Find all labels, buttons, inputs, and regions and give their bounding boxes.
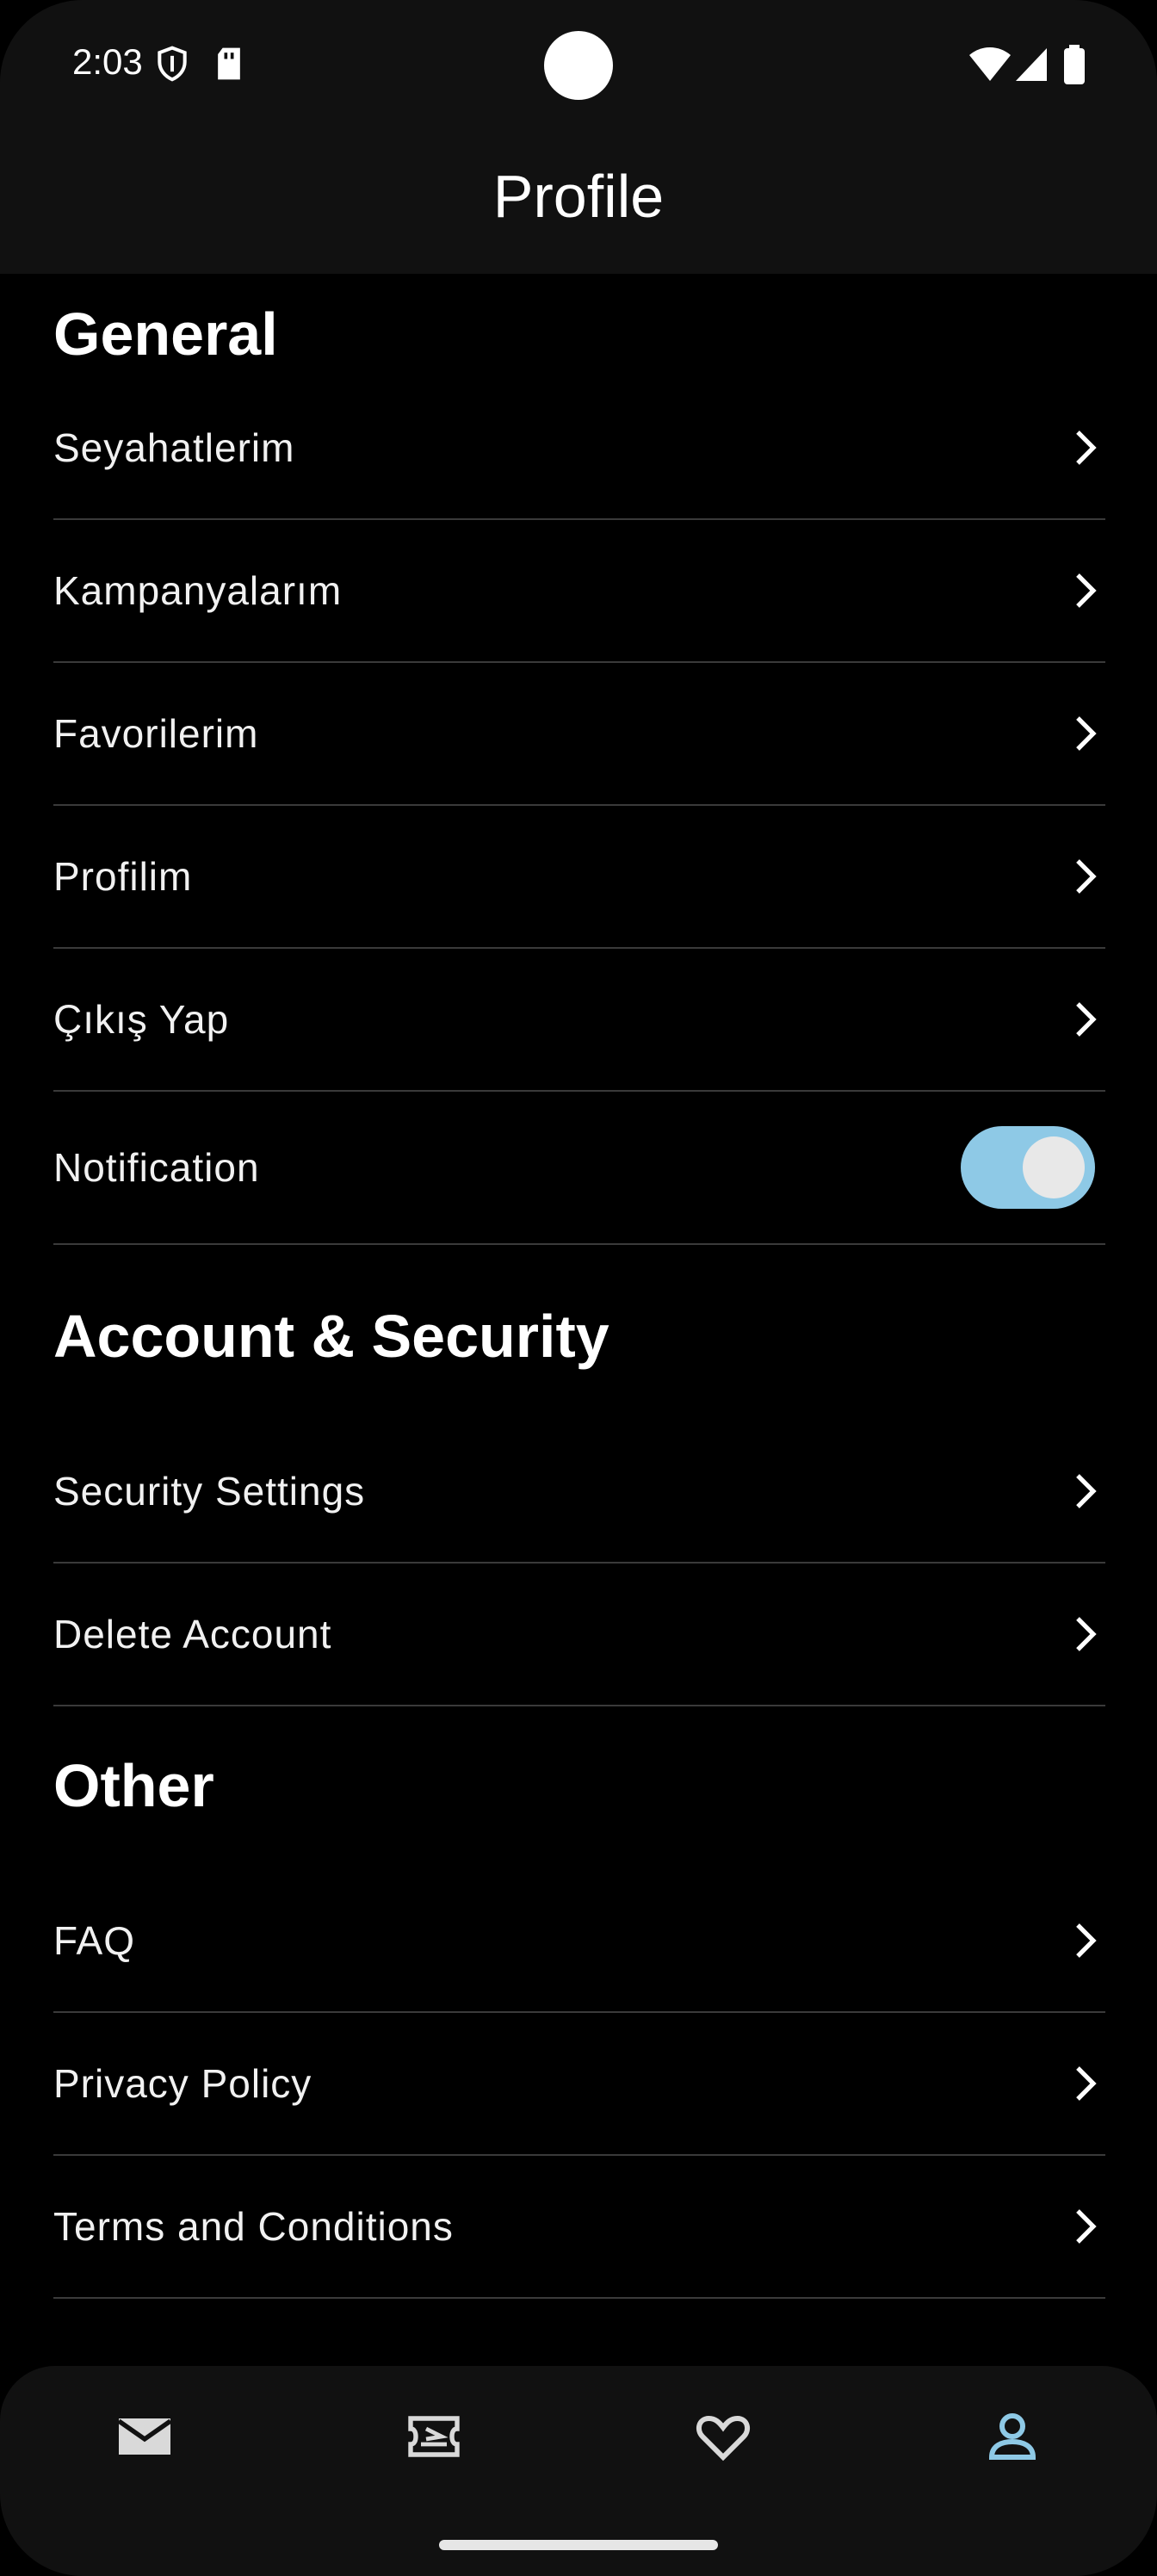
battery-icon — [1062, 45, 1086, 89]
menu-item-label: FAQ — [53, 1918, 136, 1963]
menu-item-label: Favorilerim — [53, 711, 259, 756]
notification-row: Notification — [53, 1092, 1105, 1245]
mail-icon — [117, 2418, 172, 2455]
menu-item-delete-account[interactable]: Delete Account — [53, 1564, 1105, 1706]
page-title: Profile — [492, 163, 665, 230]
menu-item-label: Çıkış Yap — [53, 997, 230, 1042]
chevron-right-icon — [1076, 1617, 1097, 1651]
menu-item-label: Kampanyalarım — [53, 568, 343, 613]
chevron-right-icon — [1076, 430, 1097, 465]
person-icon — [988, 2413, 1036, 2460]
nav-item-favorites[interactable] — [692, 2406, 754, 2468]
nav-item-tickets[interactable] — [403, 2406, 465, 2468]
menu-item-terms-and-conditions[interactable]: Terms and Conditions — [53, 2156, 1105, 2299]
menu-item-security-settings[interactable]: Security Settings — [53, 1421, 1105, 1564]
menu-item-label: Profilim — [53, 854, 193, 899]
menu-item-label: Delete Account — [53, 1612, 332, 1656]
menu-item-kampanyalarim[interactable]: Kampanyalarım — [53, 520, 1105, 663]
notification-label: Notification — [53, 1145, 260, 1190]
notification-toggle[interactable] — [961, 1126, 1095, 1209]
sd-card-icon — [212, 45, 246, 87]
ticket-icon — [408, 2416, 460, 2457]
front-camera — [544, 31, 613, 100]
menu-item-seyahatlerim[interactable]: Seyahatlerim — [53, 377, 1105, 520]
toggle-knob — [1023, 1136, 1085, 1198]
chevron-right-icon — [1076, 573, 1097, 608]
chevron-right-icon — [1076, 1923, 1097, 1958]
chevron-right-icon — [1076, 2066, 1097, 2101]
chevron-right-icon — [1076, 1002, 1097, 1037]
menu-item-profilim[interactable]: Profilim — [53, 806, 1105, 949]
menu-item-label: Security Settings — [53, 1469, 366, 1514]
signal-icon — [1014, 45, 1049, 87]
menu-item-faq[interactable]: FAQ — [53, 1870, 1105, 2013]
section-title-other: Other — [53, 1752, 214, 1819]
menu-item-favorilerim[interactable]: Favorilerim — [53, 663, 1105, 806]
nav-item-messages[interactable] — [114, 2406, 176, 2468]
phone-screen: 2:03 Profile General Seyahatlerim Kampan… — [0, 0, 1157, 2576]
nav-item-profile[interactable] — [981, 2406, 1043, 2468]
menu-item-label: Privacy Policy — [53, 2061, 312, 2106]
home-indicator[interactable] — [439, 2540, 718, 2550]
wifi-icon — [968, 45, 1012, 87]
chevron-right-icon — [1076, 1474, 1097, 1508]
heart-icon — [696, 2415, 751, 2461]
chevron-right-icon — [1076, 2209, 1097, 2244]
menu-item-label: Terms and Conditions — [53, 2204, 454, 2249]
menu-item-label: Seyahatlerim — [53, 425, 295, 470]
chevron-right-icon — [1076, 859, 1097, 894]
status-bar: 2:03 — [0, 0, 1157, 129]
menu-item-privacy-policy[interactable]: Privacy Policy — [53, 2013, 1105, 2156]
app-bar: Profile — [0, 129, 1157, 274]
menu-item-cikis-yap[interactable]: Çıkış Yap — [53, 949, 1105, 1092]
section-title-general: General — [53, 300, 278, 368]
chevron-right-icon — [1076, 716, 1097, 751]
shield-icon — [153, 45, 191, 87]
status-time: 2:03 — [72, 41, 143, 82]
section-title-account-security: Account & Security — [53, 1303, 609, 1370]
